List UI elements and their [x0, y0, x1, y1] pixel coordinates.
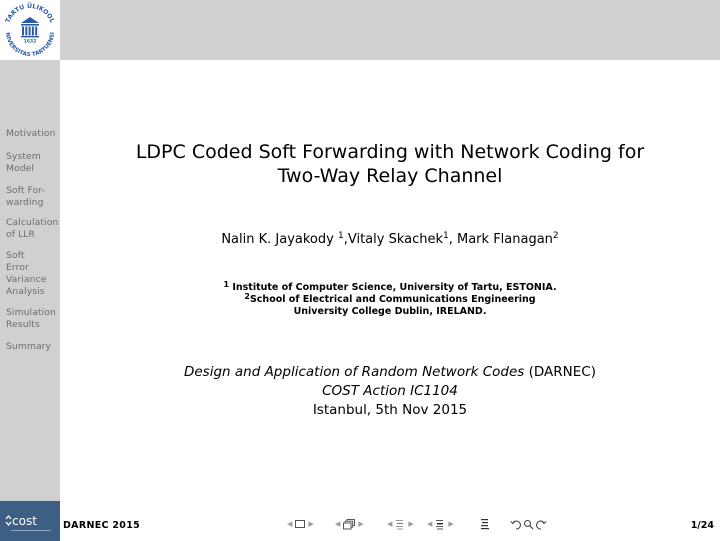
nav-appendix-group [480, 516, 490, 532]
prev-subsection-arrow-icon[interactable]: ◀ [335, 520, 340, 528]
title-line: LDPC Coded Soft Forwarding with Network … [135, 141, 645, 163]
cost-logo-icon: cost [5, 514, 51, 531]
sidebar-item-label: Results [6, 319, 40, 330]
event-info: Design and Application of Random Network… [60, 363, 720, 420]
sidebar-item-label: of LLR [6, 229, 35, 240]
sidebar-item-label: Error [6, 262, 29, 273]
prev-frame-arrow-icon[interactable]: ◀ [287, 520, 292, 528]
nav-document-group: ◀ ▶ [424, 516, 457, 532]
prev-document-arrow-icon[interactable]: ◀ [427, 520, 432, 528]
project-abbr: (DARNEC) [524, 364, 596, 380]
project-name: Design and Application of Random Network… [183, 364, 525, 380]
sidebar-item-label: Model [6, 163, 35, 174]
sidebar-item-label: Analysis [6, 286, 45, 297]
sidebar-item-soft-forwarding[interactable]: Soft For- warding [6, 185, 66, 209]
search-icon[interactable] [523, 519, 534, 530]
sidebar-item-label: Soft [6, 250, 25, 261]
next-subsection-arrow-icon[interactable]: ▶ [358, 520, 363, 528]
sidebar-item-summary[interactable]: Summary [6, 341, 66, 353]
affiliations: 1 Institute of Computer Science, Univers… [60, 281, 720, 318]
footer-short-title: DARNEC 2015 [63, 520, 141, 531]
sidebar-item-label: Variance [6, 274, 47, 285]
cost-action-text: COST Action IC1104 [322, 383, 458, 399]
prev-section-arrow-icon[interactable]: ◀ [387, 520, 392, 528]
sidebar-item-label: Calculation [6, 217, 59, 228]
sidebar-item-label: Soft For- [6, 185, 46, 196]
nav-frame-group: ◀ ▶ [284, 516, 317, 532]
sidebar-item-label: System [6, 151, 41, 162]
svg-text:cost: cost [12, 514, 37, 528]
svg-text:1632: 1632 [24, 39, 37, 45]
affiliation-2: 2School of Electrical and Communications… [60, 293, 720, 306]
document-icon[interactable] [435, 519, 445, 530]
sidebar-item-label: Motivation [6, 128, 56, 139]
next-document-arrow-icon[interactable]: ▶ [448, 520, 453, 528]
university-of-tartu-logo: TARTU ÜLIKOOL UNIVERSITAS TARTUENSIS 163… [0, 0, 60, 60]
sidebar-item-calculation-of-llr[interactable]: Calculation of LLR [6, 217, 66, 241]
sidebar-item-label: warding [6, 197, 44, 208]
affiliation-text: University College Dublin, IRELAND. [293, 306, 487, 317]
subsection-frames-icon[interactable] [343, 518, 356, 530]
sidebar-item-simulation-results[interactable]: Simulation Results [6, 307, 66, 331]
page-number: 1/24 [690, 520, 714, 531]
cost-action: COST Action IC1104 [60, 382, 720, 401]
place-date: Istanbul, 5th Nov 2015 [312, 402, 468, 418]
separator: , [448, 232, 457, 247]
affiliation-text: Institute of Computer Science, Universit… [229, 282, 557, 293]
sidebar-item-soft-error-variance-analysis[interactable]: Soft Error Variance Analysis [6, 250, 66, 298]
sidebar-item-label: Simulation [6, 307, 56, 318]
forward-icon[interactable] [535, 519, 547, 530]
nav-subsection-group: ◀ ▶ [332, 516, 367, 532]
sidebar-item-motivation[interactable]: Motivation [6, 128, 66, 140]
slide-title: LDPC Coded Soft Forwarding with Network … [60, 140, 720, 188]
cost-logo: cost [0, 501, 60, 541]
affiliation-1: 1 Institute of Computer Science, Univers… [60, 281, 720, 294]
project-line: Design and Application of Random Network… [60, 363, 720, 382]
next-frame-arrow-icon[interactable]: ▶ [308, 520, 313, 528]
author-name: Mark Flanagan [457, 232, 553, 247]
frame-icon[interactable] [295, 520, 306, 528]
author-name: Nalin K. Jayakody [221, 232, 338, 247]
author-list: Nalin K. Jayakody 1,Vitaly Skachek1, Mar… [60, 231, 720, 248]
sidebar-navigation: Motivation System Model Soft For- wardin… [0, 60, 60, 501]
next-section-arrow-icon[interactable]: ▶ [408, 520, 413, 528]
header-bar [0, 0, 720, 60]
university-logo-icon: TARTU ÜLIKOOL UNIVERSITAS TARTUENSIS 163… [0, 0, 58, 58]
affiliation-mark: 2 [552, 231, 559, 241]
title-line: Two-Way Relay Channel [277, 165, 503, 187]
affiliation-text: School of Electrical and Communications … [249, 294, 536, 305]
sidebar-item-system-model[interactable]: System Model [6, 151, 66, 175]
slide-content: LDPC Coded Soft Forwarding with Network … [60, 60, 720, 541]
nav-section-group: ◀ ▶ [384, 516, 417, 532]
back-icon[interactable] [510, 519, 522, 530]
sidebar-item-label: Summary [6, 341, 52, 352]
author-name: Vitaly Skachek [347, 232, 443, 247]
appendix-icon[interactable] [480, 518, 490, 530]
nav-search-group [510, 516, 547, 532]
section-icon[interactable] [395, 519, 405, 530]
